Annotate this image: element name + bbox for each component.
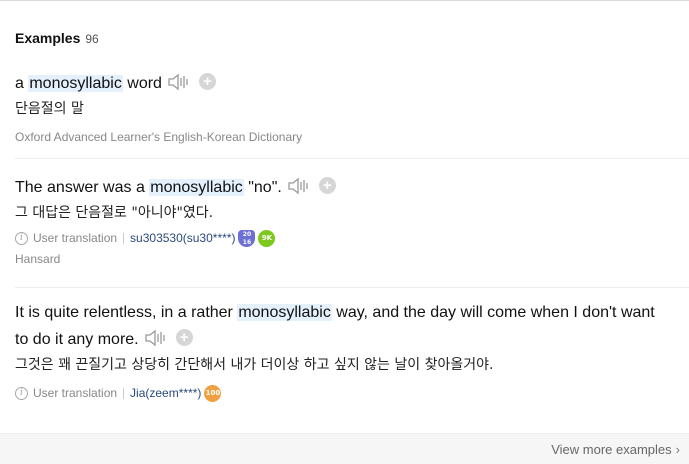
separator (123, 387, 125, 399)
example-item: It is quite relentless, in a rather mono… (15, 299, 689, 403)
example-translation: 단음절의 말 (15, 101, 84, 117)
keyword-highlight[interactable]: monosyllabic (28, 75, 123, 92)
info-icon[interactable]: i (15, 231, 28, 245)
view-more-label: View more examples (551, 442, 672, 457)
example-sentence: The answer was a monosyllabic "no". + (15, 174, 689, 201)
sentence-text: a (15, 75, 29, 92)
separator (123, 232, 125, 244)
medal-badge-icon: 20 16 (238, 229, 256, 247)
examples-count: 96 (85, 32, 99, 46)
speaker-icon[interactable] (167, 72, 191, 92)
sentence-text: It is quite relentless, in a rather (15, 304, 238, 321)
translation-meta: i User translation su303530(su30****) 20… (15, 228, 689, 248)
example-source: Oxford Advanced Learner's English-Korean… (15, 130, 303, 144)
add-to-wordbook-plus-icon[interactable]: + (175, 329, 193, 347)
example-translation: 그 대답은 단음절로 "아니야"였다. (15, 205, 214, 221)
example-sentence: It is quite relentless, in a rather mono… (15, 299, 689, 353)
examples-title: Examples (15, 30, 81, 46)
info-icon[interactable]: i (15, 386, 28, 400)
speaker-icon[interactable] (287, 176, 311, 196)
examples-panel: Examples 96 a monosyllabic word + 단음절의 말 … (0, 0, 689, 464)
example-translation: 그것은 꽤 끈질기고 상당히 간단해서 내가 더이상 하고 싶지 않는 날이 찾… (15, 357, 494, 373)
example-source: Hansard (15, 252, 61, 266)
add-to-wordbook-plus-icon[interactable]: + (198, 73, 216, 91)
divider (15, 158, 689, 159)
sentence-text: The answer was a (15, 179, 150, 196)
example-item: The answer was a monosyllabic "no". + 그 대… (15, 174, 689, 268)
translation-meta: i User translation Jia(zeem****) 100 (15, 383, 689, 403)
user-translation-label: User translation (33, 386, 118, 400)
view-more-examples-link[interactable]: View more examples › (551, 442, 680, 457)
chevron-right-icon: › (675, 442, 680, 457)
user-translation-label: User translation (33, 231, 118, 245)
user-link[interactable]: su303530(su30****) (130, 231, 235, 245)
divider (15, 287, 689, 288)
examples-header: Examples 96 (15, 30, 99, 48)
sentence-text: word (122, 75, 162, 92)
level-badge-icon: 100 (204, 384, 222, 402)
sentence-text: "no". (243, 179, 282, 196)
speaker-icon[interactable] (144, 328, 168, 348)
keyword-highlight[interactable]: monosyllabic (237, 304, 332, 321)
example-item: a monosyllabic word + 단음절의 말 Oxford Advan… (15, 70, 689, 146)
keyword-highlight[interactable]: monosyllabic (149, 179, 244, 196)
add-to-wordbook-plus-icon[interactable]: + (318, 177, 336, 195)
level-badge-icon: 9K (258, 229, 276, 247)
example-sentence: a monosyllabic word + (15, 70, 689, 97)
user-link[interactable]: Jia(zeem****) (130, 386, 201, 400)
view-more-bar: View more examples › (0, 433, 689, 464)
